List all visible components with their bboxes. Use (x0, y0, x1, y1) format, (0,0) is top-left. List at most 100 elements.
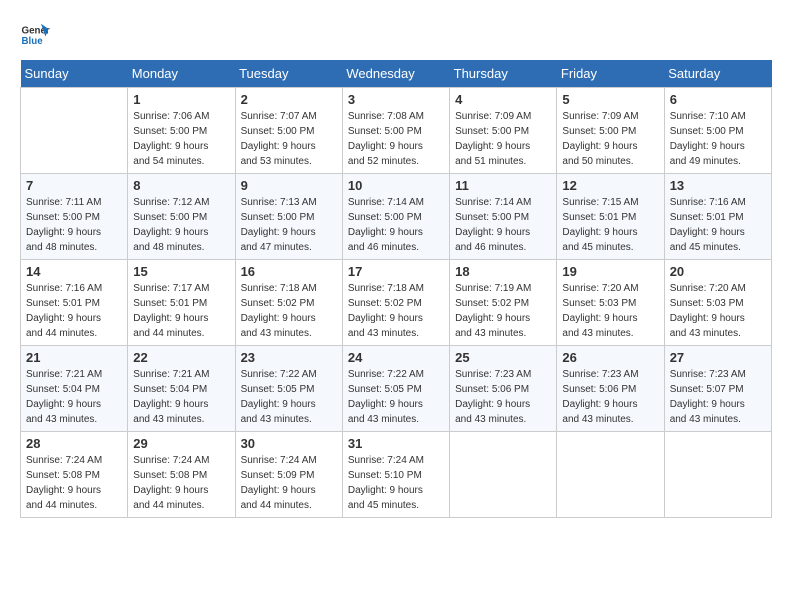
day-number: 26 (562, 350, 658, 365)
day-number: 20 (670, 264, 766, 279)
calendar-cell: 21 Sunrise: 7:21 AM Sunset: 5:04 PM Dayli… (21, 346, 128, 432)
day-number: 24 (348, 350, 444, 365)
calendar-cell: 28Sunrise: 7:24 AM Sunset: 5:08 PM Dayli… (21, 432, 128, 518)
day-info: Sunrise: 7:18 AM Sunset: 5:02 PM Dayligh… (348, 281, 444, 341)
day-info: Sunrise: 7:09 AM Sunset: 5:00 PM Dayligh… (562, 109, 658, 169)
weekday-header-tuesday: Tuesday (235, 60, 342, 88)
day-number: 21 (26, 350, 122, 365)
calendar-cell: 19 Sunrise: 7:20 AM Sunset: 5:03 PM Dayli… (557, 260, 664, 346)
day-info: Sunrise: 7:18 AM Sunset: 5:02 PM Dayligh… (241, 281, 337, 341)
calendar-cell: 30 Sunrise: 7:24 AM Sunset: 5:09 PM Dayli… (235, 432, 342, 518)
day-info: Sunrise: 7:23 AM Sunset: 5:06 PM Dayligh… (455, 367, 551, 427)
day-info: Sunrise: 7:15 AM Sunset: 5:01 PM Dayligh… (562, 195, 658, 255)
calendar-cell (450, 432, 557, 518)
calendar-cell: 23 Sunrise: 7:22 AM Sunset: 5:05 PM Dayli… (235, 346, 342, 432)
calendar-cell: 29 Sunrise: 7:24 AM Sunset: 5:08 PM Dayli… (128, 432, 235, 518)
calendar-table: SundayMondayTuesdayWednesdayThursdayFrid… (20, 60, 772, 518)
weekday-header-monday: Monday (128, 60, 235, 88)
day-info: Sunrise: 7:13 AM Sunset: 5:00 PM Dayligh… (241, 195, 337, 255)
day-number: 6 (670, 92, 766, 107)
day-number: 7 (26, 178, 122, 193)
day-info: Sunrise: 7:21 AM Sunset: 5:04 PM Dayligh… (133, 367, 229, 427)
calendar-cell: 27 Sunrise: 7:23 AM Sunset: 5:07 PM Dayli… (664, 346, 771, 432)
calendar-cell: 7 Sunrise: 7:11 AM Sunset: 5:00 PM Daylig… (21, 174, 128, 260)
calendar-cell: 13 Sunrise: 7:16 AM Sunset: 5:01 PM Dayli… (664, 174, 771, 260)
calendar-cell: 26 Sunrise: 7:23 AM Sunset: 5:06 PM Dayli… (557, 346, 664, 432)
day-number: 22 (133, 350, 229, 365)
day-number: 19 (562, 264, 658, 279)
calendar-cell: 5 Sunrise: 7:09 AM Sunset: 5:00 PM Daylig… (557, 88, 664, 174)
day-number: 12 (562, 178, 658, 193)
day-info: Sunrise: 7:20 AM Sunset: 5:03 PM Dayligh… (562, 281, 658, 341)
calendar-cell: 31 Sunrise: 7:24 AM Sunset: 5:10 PM Dayli… (342, 432, 449, 518)
day-number: 25 (455, 350, 551, 365)
calendar-cell: 3 Sunrise: 7:08 AM Sunset: 5:00 PM Daylig… (342, 88, 449, 174)
day-number: 29 (133, 436, 229, 451)
day-info: Sunrise: 7:16 AM Sunset: 5:01 PM Dayligh… (670, 195, 766, 255)
svg-text:Blue: Blue (22, 36, 44, 47)
day-info: Sunrise: 7:21 AM Sunset: 5:04 PM Dayligh… (26, 367, 122, 427)
day-number: 18 (455, 264, 551, 279)
day-info: Sunrise: 7:23 AM Sunset: 5:06 PM Dayligh… (562, 367, 658, 427)
calendar-cell: 12 Sunrise: 7:15 AM Sunset: 5:01 PM Dayli… (557, 174, 664, 260)
day-info: Sunrise: 7:24 AM Sunset: 5:09 PM Dayligh… (241, 453, 337, 513)
day-info: Sunrise: 7:23 AM Sunset: 5:07 PM Dayligh… (670, 367, 766, 427)
day-info: Sunrise: 7:16 AM Sunset: 5:01 PM Dayligh… (26, 281, 122, 341)
day-number: 16 (241, 264, 337, 279)
logo: General Blue (20, 20, 50, 50)
day-info: Sunrise: 7:11 AM Sunset: 5:00 PM Dayligh… (26, 195, 122, 255)
calendar-cell: 17Sunrise: 7:18 AM Sunset: 5:02 PM Dayli… (342, 260, 449, 346)
calendar-cell: 18 Sunrise: 7:19 AM Sunset: 5:02 PM Dayli… (450, 260, 557, 346)
calendar-cell: 14 Sunrise: 7:16 AM Sunset: 5:01 PM Dayli… (21, 260, 128, 346)
day-info: Sunrise: 7:22 AM Sunset: 5:05 PM Dayligh… (348, 367, 444, 427)
calendar-cell: 1 Sunrise: 7:06 AM Sunset: 5:00 PM Daylig… (128, 88, 235, 174)
day-number: 4 (455, 92, 551, 107)
calendar-cell: 16 Sunrise: 7:18 AM Sunset: 5:02 PM Dayli… (235, 260, 342, 346)
day-number: 23 (241, 350, 337, 365)
calendar-cell: 15Sunrise: 7:17 AM Sunset: 5:01 PM Dayli… (128, 260, 235, 346)
weekday-header-thursday: Thursday (450, 60, 557, 88)
day-number: 8 (133, 178, 229, 193)
day-number: 5 (562, 92, 658, 107)
day-number: 31 (348, 436, 444, 451)
day-number: 1 (133, 92, 229, 107)
day-info: Sunrise: 7:10 AM Sunset: 5:00 PM Dayligh… (670, 109, 766, 169)
calendar-cell: 6 Sunrise: 7:10 AM Sunset: 5:00 PM Daylig… (664, 88, 771, 174)
day-info: Sunrise: 7:09 AM Sunset: 5:00 PM Dayligh… (455, 109, 551, 169)
calendar-cell (21, 88, 128, 174)
day-number: 11 (455, 178, 551, 193)
calendar-cell: 10 Sunrise: 7:14 AM Sunset: 5:00 PM Dayli… (342, 174, 449, 260)
day-number: 10 (348, 178, 444, 193)
calendar-cell (557, 432, 664, 518)
calendar-cell: 22 Sunrise: 7:21 AM Sunset: 5:04 PM Dayli… (128, 346, 235, 432)
day-number: 14 (26, 264, 122, 279)
calendar-cell: 9 Sunrise: 7:13 AM Sunset: 5:00 PM Daylig… (235, 174, 342, 260)
day-info: Sunrise: 7:24 AM Sunset: 5:08 PM Dayligh… (26, 453, 122, 513)
calendar-cell: 11 Sunrise: 7:14 AM Sunset: 5:00 PM Dayli… (450, 174, 557, 260)
day-info: Sunrise: 7:24 AM Sunset: 5:08 PM Dayligh… (133, 453, 229, 513)
day-number: 9 (241, 178, 337, 193)
calendar-cell: 8Sunrise: 7:12 AM Sunset: 5:00 PM Daylig… (128, 174, 235, 260)
calendar-cell: 4 Sunrise: 7:09 AM Sunset: 5:00 PM Daylig… (450, 88, 557, 174)
day-info: Sunrise: 7:22 AM Sunset: 5:05 PM Dayligh… (241, 367, 337, 427)
day-info: Sunrise: 7:08 AM Sunset: 5:00 PM Dayligh… (348, 109, 444, 169)
day-info: Sunrise: 7:19 AM Sunset: 5:02 PM Dayligh… (455, 281, 551, 341)
page-header: General Blue (20, 20, 772, 50)
calendar-cell: 2 Sunrise: 7:07 AM Sunset: 5:00 PM Daylig… (235, 88, 342, 174)
weekday-header-sunday: Sunday (21, 60, 128, 88)
day-info: Sunrise: 7:24 AM Sunset: 5:10 PM Dayligh… (348, 453, 444, 513)
day-number: 13 (670, 178, 766, 193)
day-info: Sunrise: 7:14 AM Sunset: 5:00 PM Dayligh… (348, 195, 444, 255)
day-number: 3 (348, 92, 444, 107)
day-info: Sunrise: 7:06 AM Sunset: 5:00 PM Dayligh… (133, 109, 229, 169)
day-info: Sunrise: 7:20 AM Sunset: 5:03 PM Dayligh… (670, 281, 766, 341)
calendar-cell: 25 Sunrise: 7:23 AM Sunset: 5:06 PM Dayli… (450, 346, 557, 432)
weekday-header-friday: Friday (557, 60, 664, 88)
calendar-cell: 20 Sunrise: 7:20 AM Sunset: 5:03 PM Dayli… (664, 260, 771, 346)
day-number: 2 (241, 92, 337, 107)
day-number: 30 (241, 436, 337, 451)
calendar-cell: 24 Sunrise: 7:22 AM Sunset: 5:05 PM Dayli… (342, 346, 449, 432)
day-info: Sunrise: 7:07 AM Sunset: 5:00 PM Dayligh… (241, 109, 337, 169)
day-number: 27 (670, 350, 766, 365)
day-info: Sunrise: 7:14 AM Sunset: 5:00 PM Dayligh… (455, 195, 551, 255)
